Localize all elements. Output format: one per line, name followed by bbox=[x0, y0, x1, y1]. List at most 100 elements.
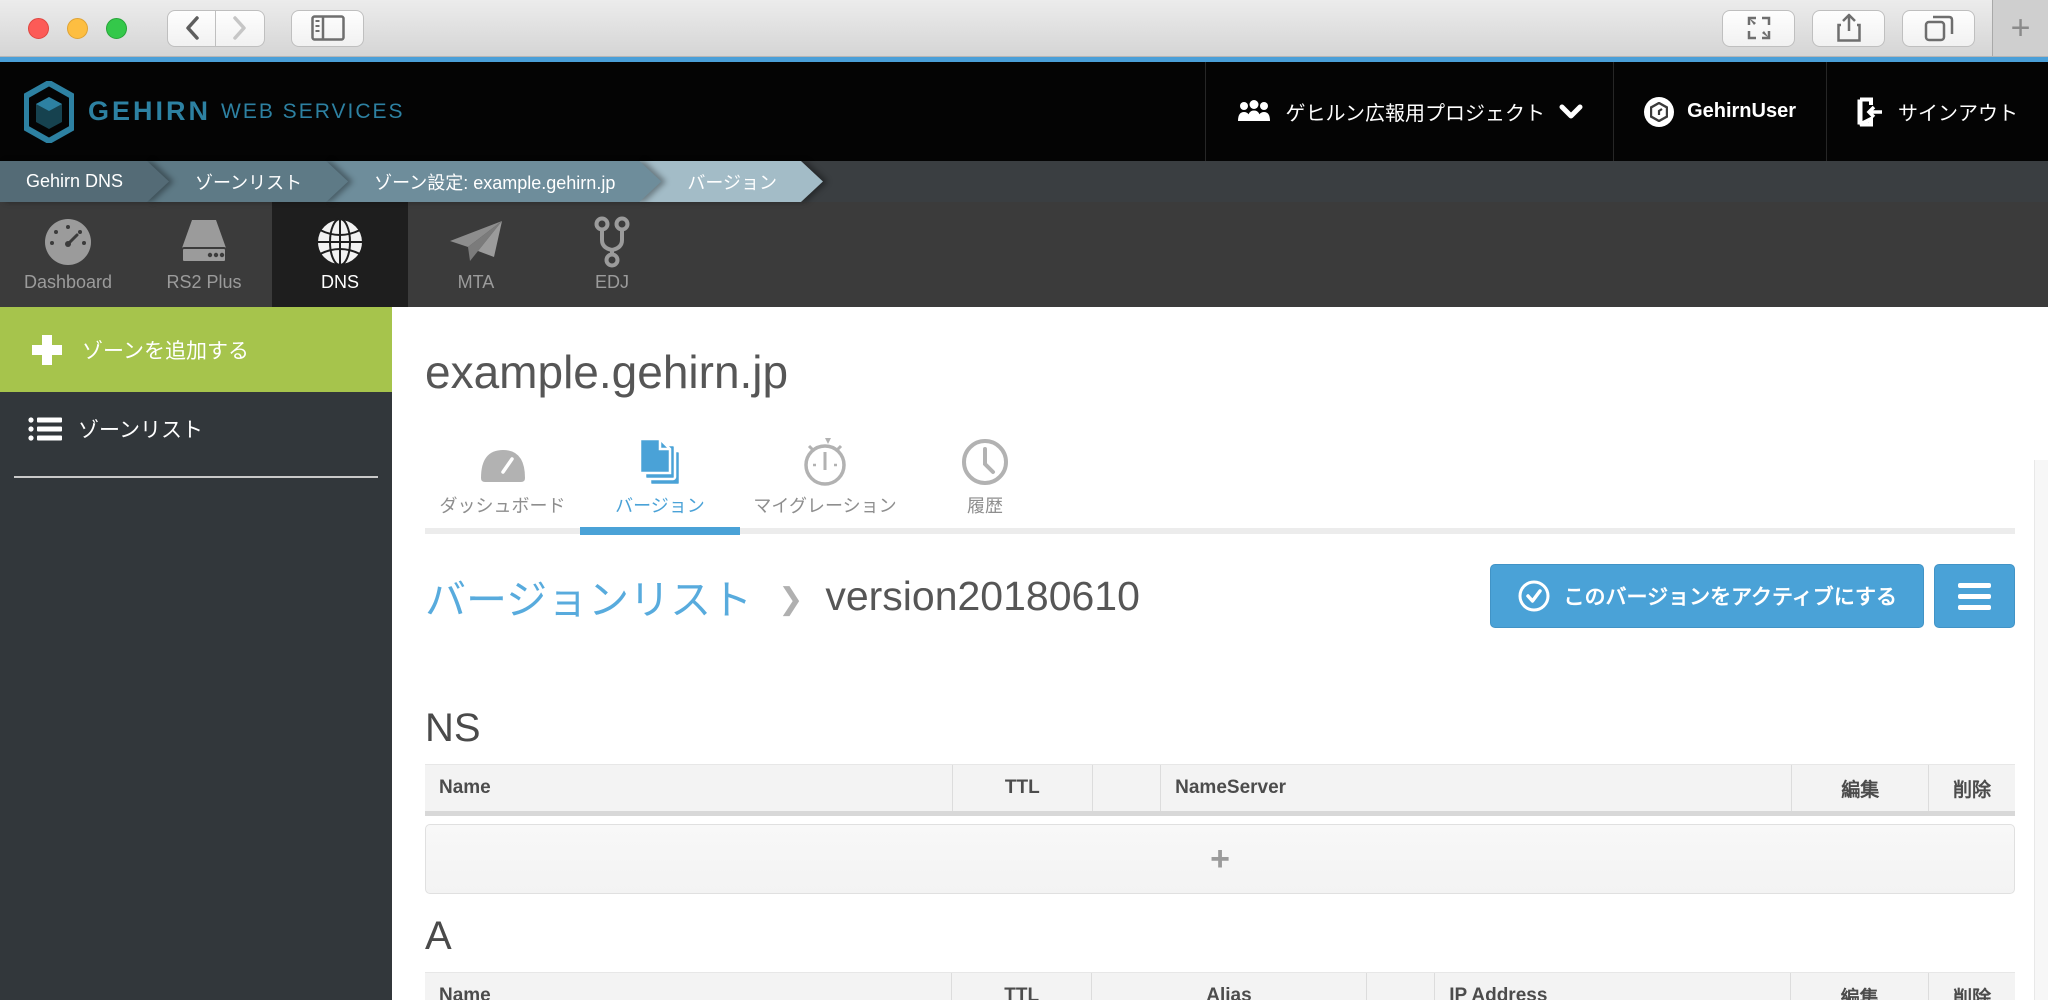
column-header-edit: 編集 bbox=[1792, 765, 1929, 811]
breadcrumb-item-version[interactable]: バージョン bbox=[639, 161, 823, 202]
nav-buttons bbox=[167, 10, 265, 47]
version-list-link[interactable]: バージョンリスト bbox=[425, 566, 752, 626]
chevron-right-icon bbox=[232, 15, 248, 41]
stacked-pages-icon bbox=[636, 437, 684, 487]
new-tab-button[interactable]: + bbox=[1992, 0, 2048, 56]
tab-history[interactable]: 履歴 bbox=[910, 436, 1060, 528]
tab-overview-button[interactable] bbox=[1902, 10, 1975, 47]
sidebar-divider bbox=[14, 476, 378, 478]
sidebar-toggle-button[interactable] bbox=[291, 10, 364, 47]
breadcrumb-item-gehirn-dns[interactable]: Gehirn DNS bbox=[0, 161, 169, 202]
activate-version-button[interactable]: このバージョンをアクティブにする bbox=[1490, 564, 1924, 628]
project-selector[interactable]: ゲヒルン広報用プロジェクト bbox=[1205, 62, 1613, 161]
server-icon bbox=[176, 218, 232, 266]
signout-icon bbox=[1857, 97, 1885, 127]
column-header-nameserver: NameServer bbox=[1161, 765, 1792, 811]
scrollbar-track[interactable] bbox=[2034, 460, 2048, 1000]
a-table: Name TTL Alias IP Address 編集 削除 bbox=[425, 972, 2015, 1000]
tab-migration[interactable]: マイグレーション bbox=[740, 436, 910, 528]
breadcrumb-item-zone-list[interactable]: ゾーンリスト bbox=[147, 161, 348, 202]
zoom-window-button[interactable] bbox=[106, 18, 127, 39]
people-icon bbox=[1236, 99, 1272, 125]
chevron-right-icon: ❯ bbox=[778, 582, 803, 617]
service-tab-edj[interactable]: EDJ bbox=[544, 202, 680, 307]
service-label: EDJ bbox=[595, 272, 629, 293]
share-button[interactable] bbox=[1812, 10, 1885, 47]
service-label: MTA bbox=[458, 272, 495, 293]
tab-label: バージョン bbox=[615, 492, 705, 518]
zone-list-label: ゾーンリスト bbox=[78, 414, 203, 444]
service-tab-mta[interactable]: MTA bbox=[408, 202, 544, 307]
globe-icon bbox=[314, 216, 366, 268]
gauge-icon bbox=[477, 442, 529, 482]
service-label: Dashboard bbox=[24, 272, 112, 293]
version-heading-row: バージョンリスト ❯ version20180610 このバージョンをアクティブ… bbox=[425, 564, 2015, 628]
column-spacer bbox=[1367, 973, 1435, 1000]
hamburger-icon bbox=[1958, 583, 1991, 588]
chevron-down-icon bbox=[1559, 104, 1583, 120]
paper-plane-icon bbox=[448, 219, 504, 265]
breadcrumb: Gehirn DNS ゾーンリスト ゾーン設定: example.gehirn.… bbox=[0, 161, 2048, 202]
service-label: DNS bbox=[321, 272, 359, 293]
breadcrumb-label: Gehirn DNS bbox=[26, 171, 123, 192]
activate-button-label: このバージョンをアクティブにする bbox=[1564, 581, 1897, 611]
plus-icon bbox=[30, 333, 64, 367]
project-label: ゲヒルン広報用プロジェクト bbox=[1285, 97, 1545, 126]
app-header: GEHIRN WEB SERVICES ゲヒルン広報用プロジェクト Gehirn… bbox=[0, 62, 2048, 161]
tab-version[interactable]: バージョン bbox=[580, 436, 740, 528]
tabs-icon bbox=[1924, 14, 1954, 42]
version-menu-button[interactable] bbox=[1934, 564, 2015, 628]
sidebar-item-zone-list[interactable]: ゾーンリスト bbox=[0, 392, 392, 466]
gauge-icon bbox=[43, 217, 93, 267]
column-header-alias: Alias bbox=[1092, 973, 1367, 1000]
service-tab-dashboard[interactable]: Dashboard bbox=[0, 202, 136, 307]
avatar-logo-icon bbox=[1650, 102, 1668, 122]
ns-table: Name TTL NameServer 編集 削除 + bbox=[425, 764, 2015, 894]
minimize-window-button[interactable] bbox=[67, 18, 88, 39]
services-bar: Dashboard RS2 Plus DNS MTA EDJ bbox=[0, 202, 2048, 307]
user-name: GehirnUser bbox=[1687, 100, 1796, 123]
column-header-ttl: TTL bbox=[953, 765, 1093, 811]
column-header-name: Name bbox=[425, 765, 953, 811]
column-header-edit: 編集 bbox=[1791, 973, 1929, 1000]
user-menu[interactable]: GehirnUser bbox=[1613, 62, 1826, 161]
gehirn-logo-icon bbox=[24, 81, 74, 143]
add-zone-label: ゾーンを追加する bbox=[82, 335, 249, 365]
clock-icon bbox=[960, 437, 1010, 487]
column-header-ttl: TTL bbox=[952, 973, 1092, 1000]
service-tab-dns[interactable]: DNS bbox=[272, 202, 408, 307]
signout-label: サインアウト bbox=[1898, 97, 2018, 126]
tab-dashboard[interactable]: ダッシュボード bbox=[425, 436, 580, 528]
add-zone-button[interactable]: ゾーンを追加する bbox=[0, 307, 392, 392]
forward-button[interactable] bbox=[216, 10, 265, 47]
fullscreen-icon bbox=[1745, 14, 1773, 42]
zone-title: example.gehirn.jp bbox=[425, 340, 2015, 404]
signout-button[interactable]: サインアウト bbox=[1826, 62, 2048, 161]
tab-label: 履歴 bbox=[967, 492, 1003, 518]
brand-suffix: WEB SERVICES bbox=[221, 100, 405, 124]
sidebar-icon bbox=[311, 15, 345, 41]
a-section-title: A bbox=[425, 908, 2015, 964]
breadcrumb-label: ゾーン設定: example.gehirn.jp bbox=[374, 169, 615, 195]
ns-table-header: Name TTL NameServer 編集 削除 bbox=[425, 764, 2015, 816]
stopwatch-icon bbox=[801, 436, 849, 488]
sidebar: ゾーンを追加する ゾーンリスト bbox=[0, 307, 392, 1000]
fullscreen-button[interactable] bbox=[1722, 10, 1795, 47]
breadcrumb-label: ゾーンリスト bbox=[195, 169, 302, 195]
ns-add-record-button[interactable]: + bbox=[425, 824, 2015, 894]
service-tab-rs2-plus[interactable]: RS2 Plus bbox=[136, 202, 272, 307]
ns-section-title: NS bbox=[425, 700, 2015, 756]
check-circle-icon bbox=[1517, 579, 1551, 613]
breadcrumb-label: バージョン bbox=[687, 169, 777, 195]
main-content: example.gehirn.jp ダッシュボード バージョン マイグレーション… bbox=[392, 307, 2048, 1000]
brand-name: GEHIRN bbox=[88, 96, 211, 127]
git-branch-icon bbox=[592, 216, 632, 268]
back-button[interactable] bbox=[167, 10, 216, 47]
service-label: RS2 Plus bbox=[166, 272, 241, 293]
user-avatar bbox=[1644, 97, 1674, 127]
breadcrumb-item-zone-settings[interactable]: ゾーン設定: example.gehirn.jp bbox=[326, 161, 661, 202]
list-icon bbox=[28, 416, 62, 442]
version-name: version20180610 bbox=[825, 573, 1140, 620]
close-window-button[interactable] bbox=[28, 18, 49, 39]
browser-chrome: + bbox=[0, 0, 2048, 57]
